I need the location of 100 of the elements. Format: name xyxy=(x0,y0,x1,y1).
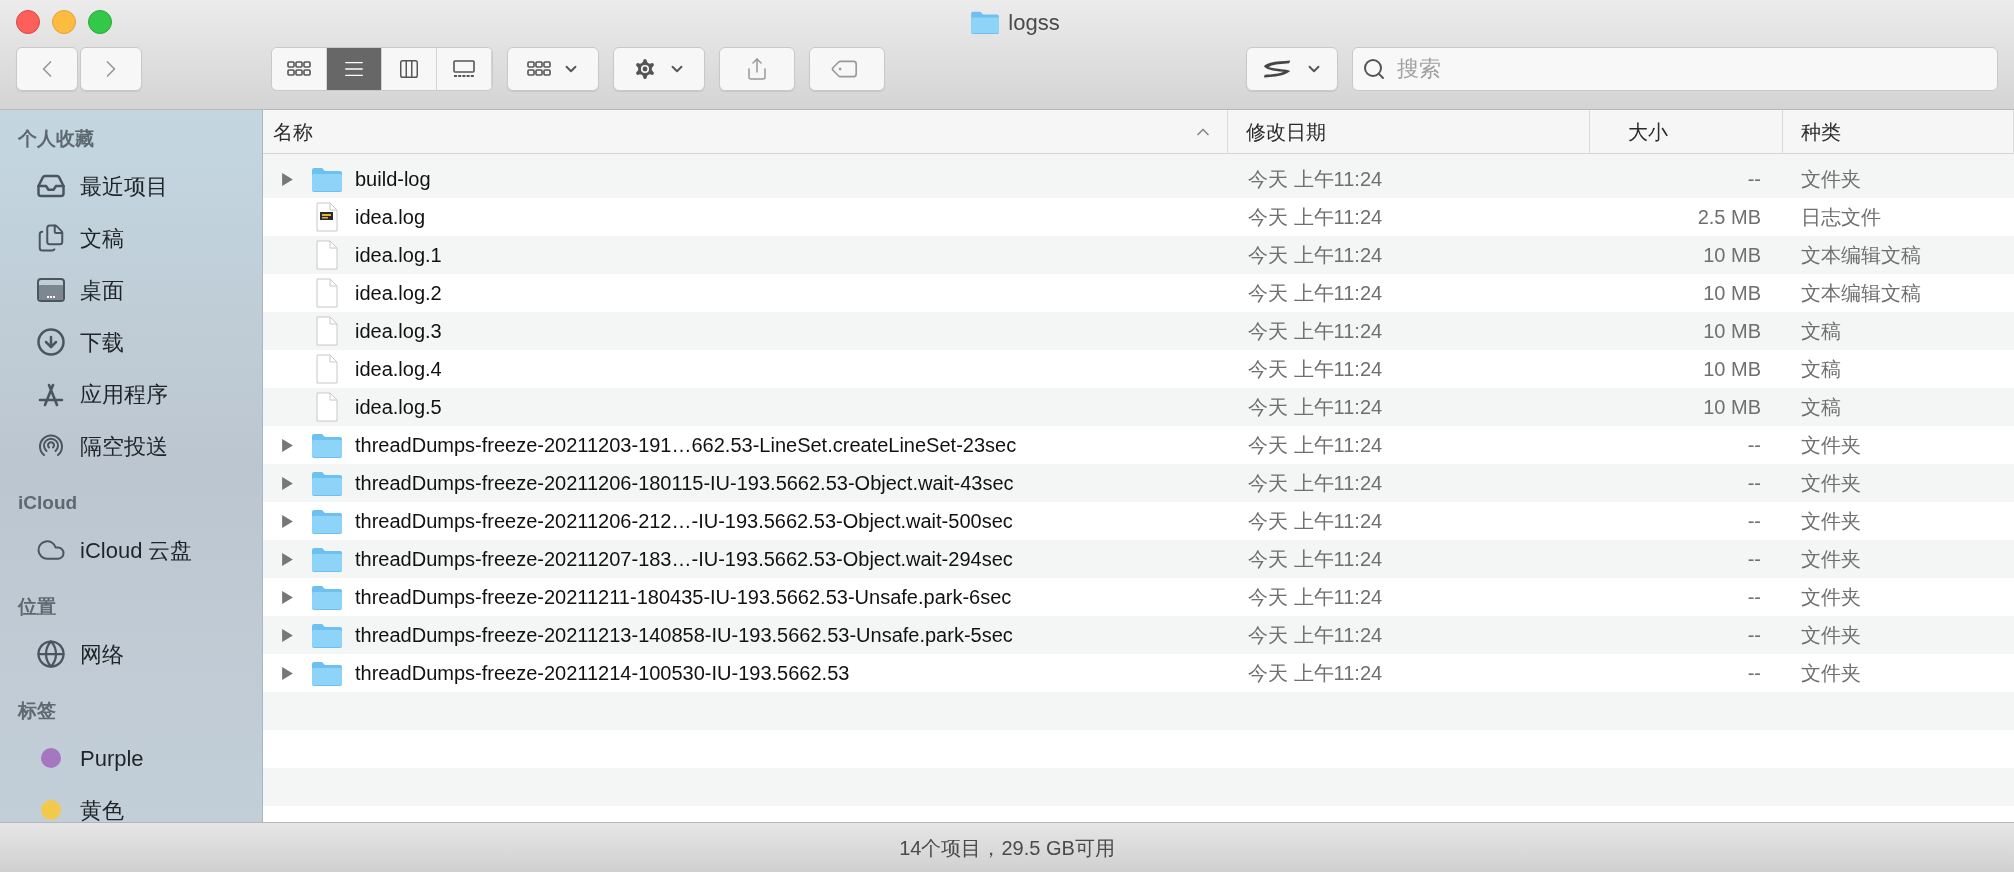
disclosure-triangle-icon[interactable] xyxy=(280,475,294,491)
file-kind: 文件夹 xyxy=(1801,510,1861,532)
disclosure-triangle-icon[interactable] xyxy=(280,437,294,453)
globe-icon xyxy=(36,639,66,669)
file-size: -- xyxy=(1747,471,1761,496)
window-title: logss xyxy=(1008,8,1060,37)
view-mode-button[interactable] xyxy=(437,48,492,90)
modified-date: 今天 上午11:24 xyxy=(1248,320,1383,342)
modified-date: 今天 上午11:24 xyxy=(1248,396,1383,418)
file-kind: 文件夹 xyxy=(1801,624,1861,646)
sidebar-item[interactable]: 隔空投送 xyxy=(36,420,262,472)
file-name: threadDumps-freeze-20211207-183…-IU-193.5662.53-Object.wait-294sec xyxy=(355,547,1013,572)
disclosure-triangle-icon[interactable] xyxy=(280,171,294,187)
file-size: 10 MB xyxy=(1703,357,1761,382)
extension-menu-button[interactable] xyxy=(1246,47,1338,91)
sidebar-heading: 个人收藏 xyxy=(18,126,94,151)
column-header[interactable]: 修改日期 xyxy=(1228,110,1590,153)
search-field[interactable]: 搜索 xyxy=(1352,47,1998,91)
file-name: idea.log.3 xyxy=(355,319,442,344)
file-row[interactable]: idea.log.3 今天 上午11:24 10 MB 文稿 xyxy=(263,312,2014,350)
file-kind: 文件夹 xyxy=(1801,434,1861,456)
disclosure-triangle-icon[interactable] xyxy=(280,513,294,529)
modified-date: 今天 上午11:24 xyxy=(1248,168,1383,190)
sidebar-item[interactable]: 桌面 xyxy=(36,264,262,316)
sidebar-item[interactable]: 应用程序 xyxy=(36,368,262,420)
sidebar-heading: 标签 xyxy=(18,698,56,723)
document-icon xyxy=(315,278,339,308)
view-mode-button[interactable] xyxy=(382,48,437,90)
document-icon xyxy=(315,316,339,346)
documents-icon xyxy=(36,223,66,253)
file-row[interactable]: build-log 今天 上午11:24 -- 文件夹 xyxy=(263,160,2014,198)
file-row[interactable]: threadDumps-freeze-20211213-140858-IU-193.5662.53-Unsafe.park-5sec 今天 上午11:24 -- 文件夹 xyxy=(263,616,2014,654)
zoom-button[interactable] xyxy=(88,10,112,34)
file-name: idea.log xyxy=(355,205,426,230)
folder-icon xyxy=(970,10,1001,34)
column-header[interactable]: 名称 xyxy=(263,110,1228,153)
file-size: -- xyxy=(1747,509,1761,534)
file-row[interactable]: idea.log.1 今天 上午11:24 10 MB 文本编辑文稿 xyxy=(263,236,2014,274)
file-size: 10 MB xyxy=(1703,395,1761,420)
action-menu-button[interactable] xyxy=(613,47,705,91)
modified-date: 今天 上午11:24 xyxy=(1248,510,1383,532)
disclosure-triangle-icon[interactable] xyxy=(280,589,294,605)
file-name: threadDumps-freeze-20211206-212…-IU-193.5662.53-Object.wait-500sec xyxy=(355,509,1013,534)
file-size: -- xyxy=(1747,585,1761,610)
file-row[interactable]: idea.log.5 今天 上午11:24 10 MB 文稿 xyxy=(263,388,2014,426)
file-name: idea.log.4 xyxy=(355,357,442,382)
file-kind: 文件夹 xyxy=(1801,168,1861,190)
sidebar-item[interactable]: Purple xyxy=(36,732,262,784)
column-header[interactable]: 大小 xyxy=(1590,110,1783,153)
sidebar-item[interactable]: 网络 xyxy=(36,628,262,680)
modified-date: 今天 上午11:24 xyxy=(1248,472,1383,494)
file-kind: 文件夹 xyxy=(1801,472,1861,494)
file-name: idea.log.2 xyxy=(355,281,442,306)
sidebar-item[interactable]: iCloud 云盘 xyxy=(36,524,262,576)
column-header[interactable]: 种类 xyxy=(1783,110,2014,153)
file-kind: 文件夹 xyxy=(1801,548,1861,570)
file-name: build-log xyxy=(355,167,431,192)
file-kind: 文稿 xyxy=(1801,320,1841,342)
file-row[interactable]: threadDumps-freeze-20211206-180115-IU-193.5662.53-Object.wait-43sec 今天 上午11:24 -- 文件夹 xyxy=(263,464,2014,502)
view-mode-button[interactable] xyxy=(327,48,382,90)
file-kind: 文稿 xyxy=(1801,358,1841,380)
disclosure-triangle-icon[interactable] xyxy=(280,627,294,643)
file-row[interactable]: threadDumps-freeze-20211207-183…-IU-193.5662.53-Object.wait-294sec 今天 上午11:24 -- 文件夹 xyxy=(263,540,2014,578)
share-icon xyxy=(745,57,769,81)
file-kind: 文件夹 xyxy=(1801,662,1861,684)
file-size: -- xyxy=(1747,167,1761,192)
close-button[interactable] xyxy=(16,10,40,34)
file-kind: 日志文件 xyxy=(1801,206,1881,228)
folder-icon xyxy=(311,660,343,686)
file-name: threadDumps-freeze-20211211-180435-IU-193.5662.53-Unsafe.park-6sec xyxy=(355,585,1012,610)
modified-date: 今天 上午11:24 xyxy=(1248,206,1383,228)
view-mode-button[interactable] xyxy=(272,48,327,90)
folder-icon xyxy=(311,166,343,192)
document-icon xyxy=(315,392,339,422)
file-kind: 文件夹 xyxy=(1801,586,1861,608)
disclosure-triangle-icon[interactable] xyxy=(280,665,294,681)
file-name: threadDumps-freeze-20211214-100530-IU-193.5662.53 xyxy=(355,661,850,686)
file-size: 10 MB xyxy=(1703,319,1761,344)
file-name: idea.log.1 xyxy=(355,243,442,268)
tag-button[interactable] xyxy=(809,47,885,91)
folder-icon xyxy=(311,508,343,534)
modified-date: 今天 上午11:24 xyxy=(1248,282,1383,304)
file-kind: 文本编辑文稿 xyxy=(1801,244,1921,266)
search-icon xyxy=(1362,57,1386,81)
disclosure-triangle-icon[interactable] xyxy=(280,551,294,567)
gallery-view-icon xyxy=(451,58,477,80)
sidebar-item[interactable]: 文稿 xyxy=(36,212,262,264)
sidebar-item[interactable]: 最近项目 xyxy=(36,160,262,212)
sidebar-item[interactable]: 下载 xyxy=(36,316,262,368)
file-size: 2.5 MB xyxy=(1697,205,1761,230)
folder-icon xyxy=(311,432,343,458)
modified-date: 今天 上午11:24 xyxy=(1248,624,1383,646)
file-size: 10 MB xyxy=(1703,281,1761,306)
desktop-icon xyxy=(36,275,66,305)
group-menu-button[interactable] xyxy=(507,47,599,91)
download-icon xyxy=(36,327,66,357)
sidebar-item[interactable]: 黄色 xyxy=(36,784,262,822)
file-size: -- xyxy=(1747,661,1761,686)
swoosh-icon xyxy=(1261,58,1293,80)
folder-icon xyxy=(311,546,343,572)
